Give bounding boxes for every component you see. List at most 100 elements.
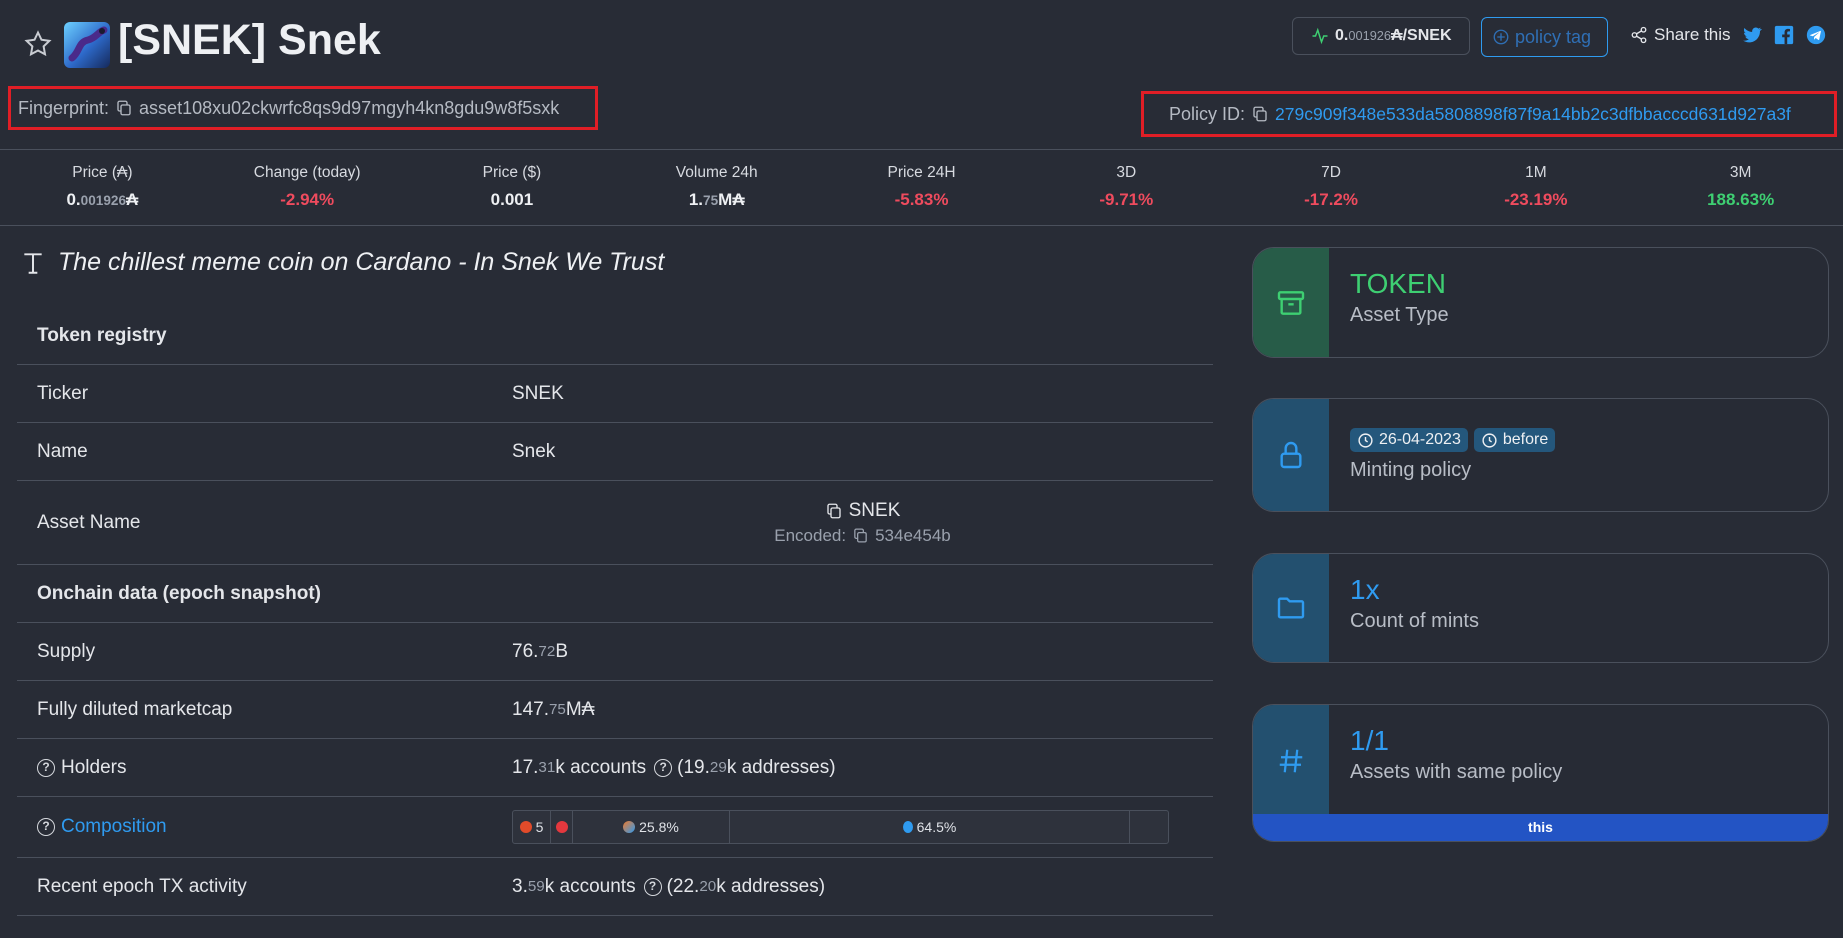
composition-bar: 5 25.8% 64.5% [512,810,1169,844]
stat-value: -9.71% [1099,190,1154,209]
encoded-label: Encoded: [774,525,847,545]
price-chip-unit: ₳/SNEK [1391,27,1452,44]
stat-value: 188.63% [1707,190,1775,209]
stat-3d: 3D -9.71% [1024,151,1229,225]
table-row: Name Snek [17,423,1213,481]
help-icon[interactable]: ? [37,758,55,777]
minting-policy-label: Minting policy [1350,458,1472,481]
row-label: Ticker [37,382,89,404]
help-icon[interactable]: ? [643,877,662,896]
row-label: Supply [37,640,96,662]
price-chip-small: 001926 [1348,28,1392,43]
policy-tag-button[interactable]: policy tag [1481,17,1608,57]
policy-id-link[interactable]: 279c909f348e533da5808898f87f9a14bb2c3dfb… [1275,104,1791,125]
copy-icon[interactable] [825,502,843,520]
fingerprint-value[interactable]: asset108xu02ckwrfc8qs9d97mgyh4kn8gdu9w8f… [139,98,559,119]
clock-icon [1358,432,1373,448]
bird-icon [902,821,913,833]
stat-price-ada: Price (₳) 0.001926₳ [0,151,205,225]
stat-change-today: Change (today) -2.94% [205,151,410,225]
card-count-of-mints: 1x Count of mints [1252,553,1829,663]
stat-value: 0. [66,190,81,209]
policy-id-row: Policy ID: 279c909f348e533da5808898f87f9… [1141,91,1837,137]
hash-icon [1279,749,1303,772]
row-label: Fully diluted marketcap [37,698,233,720]
share-label: Share this [1654,25,1731,44]
holders-main: 17. [512,756,539,778]
holders-suffix: k accounts [555,756,647,778]
help-icon[interactable]: ? [37,818,55,836]
archive-icon [1277,290,1305,315]
encoded-value: 534e454b [875,525,951,545]
telegram-icon[interactable] [1805,24,1827,46]
table-row: Asset Name SNEK Encoded: 534e454b [17,481,1213,565]
fdmc-suffix: M₳ [565,698,595,720]
card-asset-type: TOKEN Asset Type [1252,247,1829,358]
stat-value: 0.001 [490,190,534,209]
copy-icon[interactable] [115,99,133,117]
tx-suffix: k accounts [544,875,636,897]
stat-price-24h: Price 24H -5.83% [819,151,1024,225]
pool-icon [623,821,636,833]
mint-date-badge: 26-04-2023 [1350,428,1468,452]
stat-label: 3D [1116,164,1137,181]
share-group: Share this [1630,24,1827,46]
fingerprint-label: Fingerprint: [18,97,110,118]
supply-small: 72 [538,643,556,660]
policy-tag-label: policy tag [1515,26,1592,47]
plus-circle-icon [1493,29,1509,45]
stat-label: Change (today) [253,164,361,181]
tx-addr-suffix: k addresses) [716,875,826,897]
price-chip[interactable]: 0.001926₳/SNEK [1292,17,1470,55]
stat-price-usd: Price ($) 0.001 [410,151,615,225]
asset-type-label: Asset Type [1350,304,1449,326]
asset-header: [SNEK] Snek 0.001926₳/SNEK policy tag Sh… [0,0,1843,150]
help-icon[interactable]: ? [654,758,673,777]
crab-icon [555,821,568,833]
copy-icon[interactable] [852,527,869,544]
card-same-policy: 1/1 Assets with same policy this [1252,704,1829,842]
composition-segment-2[interactable] [551,811,573,843]
stat-label: Price 24H [887,164,956,181]
page-title: [SNEK] Snek [118,16,381,64]
card-icon-area [1253,705,1329,816]
row-label: Recent epoch TX activity [37,875,247,897]
twitter-icon[interactable] [1741,24,1763,46]
activity-icon [1312,27,1328,45]
folder-icon [1277,597,1305,619]
fingerprint-row: Fingerprint: asset108xu02ckwrfc8qs9d97mg… [8,86,598,130]
snek-logo [64,22,110,68]
facebook-icon[interactable] [1773,24,1795,46]
table-row: Supply 76. 72 B [17,623,1213,681]
composition-segment-4[interactable]: 64.5% [730,811,1130,843]
stat-value: -23.19% [1504,190,1568,209]
tx-addr-small: 20 [699,878,717,895]
fdmc-small: 75 [548,701,566,718]
share-icon[interactable] [1630,26,1648,44]
row-value: Snek [512,440,556,462]
card-minting-policy: 26-04-2023 before Minting policy [1252,398,1829,512]
divider [0,225,1843,226]
stat-label: Price (₳) [72,164,133,181]
row-label: Holders [61,756,127,778]
composition-link[interactable]: Composition [61,816,167,838]
asset-description: The chillest meme coin on Cardano - In S… [20,248,664,277]
mint-date: 26-04-2023 [1379,431,1461,448]
this-asset-strip[interactable]: this [1253,814,1828,841]
copy-icon[interactable] [1251,105,1269,123]
row-label: Asset Name [37,511,141,533]
policy-id-label: Policy ID: [1169,103,1246,124]
composition-segment-1[interactable]: 5 [513,811,551,843]
stat-value: -2.94% [280,190,335,209]
composition-segment-3[interactable]: 25.8% [573,811,730,843]
stat-value: 1. [688,190,704,209]
table-row: Ticker SNEK [17,365,1213,423]
card-icon-area [1253,248,1329,357]
table-row: Fully diluted marketcap 147. 75 M₳ [17,681,1213,739]
star-icon[interactable] [23,29,53,59]
stats-bar: Price (₳) 0.001926₳ Change (today) -2.94% … [0,151,1843,225]
stat-value-small: 75 [703,193,719,208]
section-onchain-data: Onchain data (epoch snapshot) [17,565,1213,623]
divider [0,149,1843,150]
text-type-icon [24,252,42,274]
